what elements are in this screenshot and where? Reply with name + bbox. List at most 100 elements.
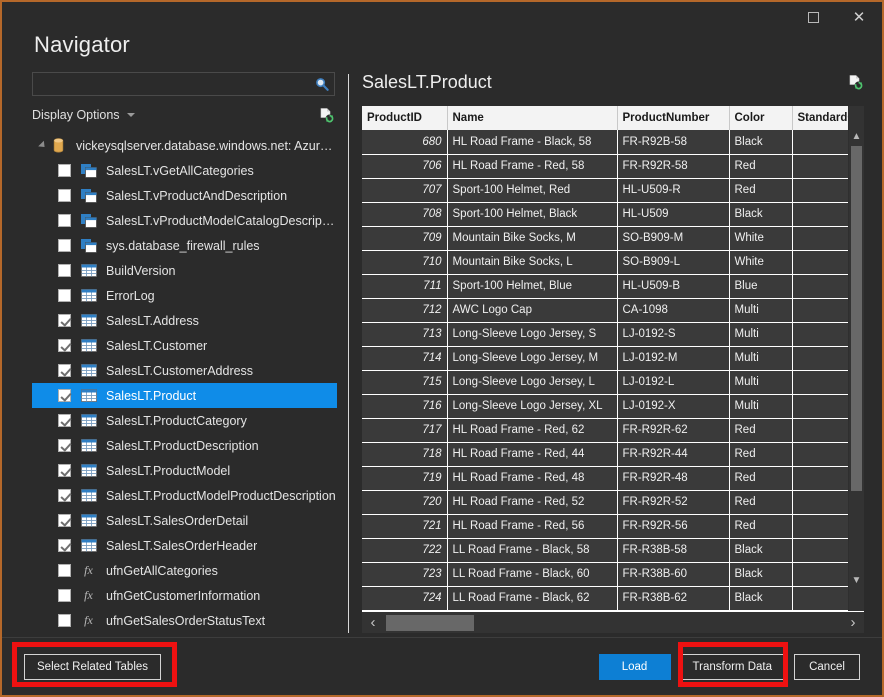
table-cell [792,514,848,539]
checkbox[interactable] [58,289,71,302]
maximize-button[interactable] [790,2,836,32]
search-icon[interactable] [310,77,334,91]
checkbox[interactable] [58,614,71,627]
checkbox[interactable] [58,389,71,402]
checkbox[interactable] [58,464,71,477]
checkbox[interactable] [58,439,71,452]
checkbox[interactable] [58,164,71,177]
table-cell: White [729,226,793,251]
tree-item[interactable]: fx ufnGetAllCategories [32,558,337,583]
checkbox[interactable] [58,314,71,327]
table-cell: HL-U509-B [617,274,730,299]
scroll-up-icon[interactable]: ▲ [849,128,864,145]
function-icon: fx [84,613,93,627]
checkbox[interactable] [58,264,71,277]
horizontal-scrollbar[interactable]: ‹ › [362,611,864,633]
table-row: 720 HL Road Frame - Red, 52 FR-R92R-52 Red [362,490,848,515]
tree-item[interactable]: SalesLT.ProductModel [32,458,337,483]
refresh-document-icon[interactable] [318,107,335,124]
checkbox[interactable] [58,489,71,502]
tree-item[interactable]: sys.database_firewall_rules [32,233,337,258]
tree-item[interactable]: SalesLT.vGetAllCategories [32,158,337,183]
grid-viewport[interactable]: ProductIDNameProductNumberColorStandardC… [362,106,848,611]
tree-item[interactable]: SalesLT.SalesOrderDetail [32,508,337,533]
table-header-row: ProductIDNameProductNumberColorStandardC… [362,106,848,130]
table-cell: Red [729,490,793,515]
tree-item[interactable]: ErrorLog [32,283,337,308]
tree-item[interactable]: fx ufnGetSalesOrderStatusText [32,608,337,632]
table-cell: LJ-0192-M [617,346,730,371]
checkbox[interactable] [58,514,71,527]
vertical-scrollbar[interactable]: ▲ ▼ [848,106,864,611]
close-button[interactable]: ✕ [836,2,882,32]
refresh-document-icon[interactable] [847,72,864,96]
horizontal-scrollbar-thumb[interactable] [386,615,474,631]
column-header[interactable]: ProductID [362,106,448,130]
load-button[interactable]: Load [598,653,671,680]
chevron-down-icon[interactable] [126,113,135,117]
table-row: 710 Mountain Bike Socks, L SO-B909-L White [362,250,848,275]
tree-item[interactable]: SalesLT.ProductDescription [32,433,337,458]
tree-item[interactable]: SalesLT.vProductAndDescription [32,183,337,208]
search-box[interactable] [32,72,335,96]
column-header[interactable]: StandardCo [792,106,848,130]
column-header[interactable]: Name [447,106,618,130]
tree-item-label: SalesLT.Customer [106,338,208,353]
scroll-right-icon[interactable]: › [842,612,864,633]
table-row: 709 Mountain Bike Socks, M SO-B909-M White [362,226,848,251]
checkbox[interactable] [58,189,71,202]
table-icon [80,413,97,428]
checkbox[interactable] [58,564,71,577]
table-icon [80,338,97,353]
tree-item-label: ufnGetAllCategories [106,563,218,578]
checkbox[interactable] [58,214,71,227]
table-cell [792,250,848,275]
scroll-left-icon[interactable]: ‹ [362,612,384,633]
checkbox[interactable] [58,339,71,352]
table-cell: 707 [362,178,448,203]
table-row: 718 HL Road Frame - Red, 44 FR-R92R-44 Red [362,442,848,467]
table-cell: 722 [362,538,448,563]
table-row: 707 Sport-100 Helmet, Red HL-U509-R Red [362,178,848,203]
display-options-row[interactable]: Display Options [32,105,335,125]
tree-item[interactable]: SalesLT.vProductModelCatalogDescription [32,208,337,233]
table-cell: Red [729,178,793,203]
table-cell [792,490,848,515]
transform-data-button[interactable]: Transform Data [679,653,785,680]
table-cell: Black [729,562,793,587]
tree-item[interactable]: SalesLT.ProductModelProductDescription [32,483,337,508]
checkbox[interactable] [58,539,71,552]
checkbox[interactable] [58,414,71,427]
scroll-down-icon[interactable]: ▼ [849,572,864,589]
cancel-button[interactable]: Cancel [794,653,860,680]
table-cell: 706 [362,154,448,179]
search-input[interactable] [33,73,310,95]
table-cell [792,394,848,419]
table-cell: HL Road Frame - Red, 52 [447,490,618,515]
checkbox[interactable] [58,364,71,377]
table-cell: FR-R92R-52 [617,490,730,515]
table-cell: Multi [729,322,793,347]
table-cell: Sport-100 Helmet, Blue [447,274,618,299]
tree-item-selected[interactable]: SalesLT.Product [32,383,337,408]
table-cell: Sport-100 Helmet, Red [447,178,618,203]
tree-root-node[interactable]: vickeysqlserver.database.windows.net: Az… [32,133,337,158]
tree-item[interactable]: SalesLT.SalesOrderHeader [32,533,337,558]
checkbox[interactable] [58,589,71,602]
object-tree[interactable]: vickeysqlserver.database.windows.net: Az… [32,133,337,632]
column-header[interactable]: Color [729,106,793,130]
column-header[interactable]: ProductNumber [617,106,730,130]
checkbox[interactable] [58,239,71,252]
table-cell: 710 [362,250,448,275]
tree-item-label: SalesLT.ProductDescription [106,438,259,453]
expander-icon[interactable] [36,139,50,153]
tree-item[interactable]: SalesLT.Customer [32,333,337,358]
tree-item[interactable]: fx ufnGetCustomerInformation [32,583,337,608]
tree-item[interactable]: SalesLT.Address [32,308,337,333]
tree-item[interactable]: BuildVersion [32,258,337,283]
vertical-scrollbar-thumb[interactable] [851,146,862,491]
tree-item[interactable]: SalesLT.ProductCategory [32,408,337,433]
tree-item[interactable]: SalesLT.CustomerAddress [32,358,337,383]
select-related-tables-button[interactable]: Select Related Tables [24,653,162,680]
table-cell [792,466,848,491]
